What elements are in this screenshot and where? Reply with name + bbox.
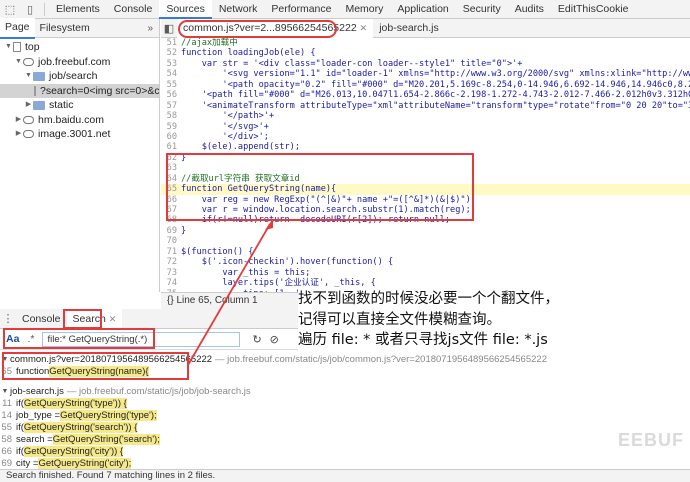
watermark: EEBUF	[618, 430, 685, 450]
annotation-arrow	[187, 219, 273, 366]
